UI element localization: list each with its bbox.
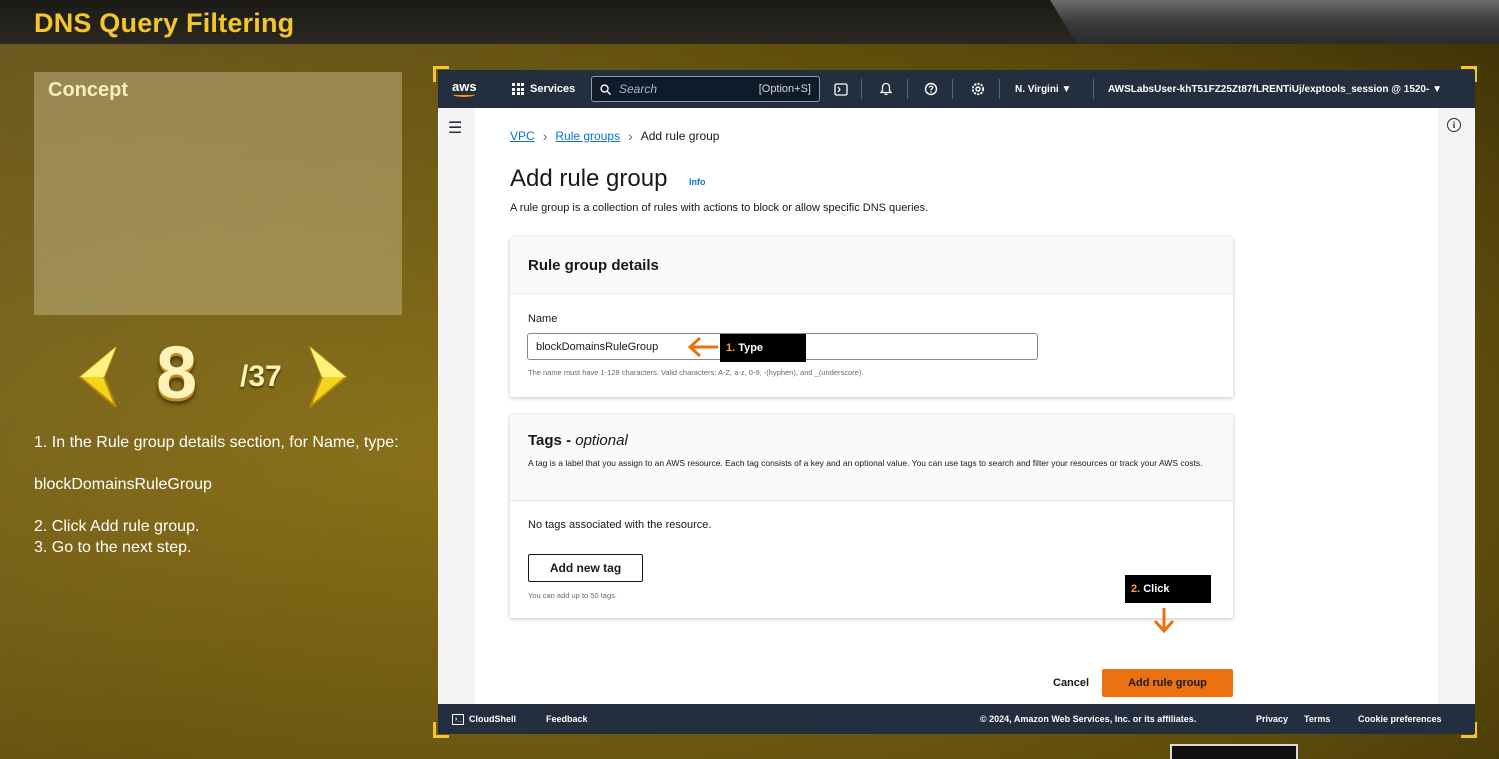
chevron-right-icon bbox=[309, 346, 348, 408]
type-callout: 1. Type bbox=[720, 334, 806, 362]
step-instructions: 1. In the Rule group details section, fo… bbox=[34, 432, 414, 558]
region-selector[interactable]: N. Virgini ▼ bbox=[1015, 70, 1071, 108]
concept-panel bbox=[34, 72, 402, 315]
tags-description: A tag is a label that you assign to an A… bbox=[528, 458, 1203, 468]
page-description: A rule group is a collection of rules wi… bbox=[510, 202, 929, 214]
rule-group-details-card: Rule group details Name The name must ha… bbox=[510, 237, 1233, 397]
callout-number: 2. bbox=[1131, 583, 1141, 595]
bottom-indicator bbox=[1170, 744, 1298, 759]
add-new-tag-button[interactable]: Add new tag bbox=[528, 554, 643, 582]
callout-number: 1. bbox=[726, 342, 736, 354]
hamburger-menu-icon[interactable]: ☰ bbox=[448, 118, 462, 137]
breadcrumb-current: Add rule group bbox=[640, 129, 720, 143]
concept-label[interactable]: Concept bbox=[48, 79, 128, 102]
footer-copyright: © 2024, Amazon Web Services, Inc. or its… bbox=[980, 714, 1197, 724]
cancel-button[interactable]: Cancel bbox=[1053, 677, 1089, 689]
nav-divider bbox=[999, 79, 1000, 99]
grid-icon bbox=[512, 83, 524, 95]
callout-text: Click bbox=[1143, 583, 1170, 595]
search-box[interactable]: [Option+S] bbox=[591, 76, 820, 102]
search-input[interactable] bbox=[619, 82, 729, 96]
arrow-down-icon bbox=[1153, 608, 1175, 634]
card-title: Tags - optional bbox=[528, 432, 628, 449]
no-tags-message: No tags associated with the resource. bbox=[528, 519, 712, 531]
tags-limit-text: You can add up to 50 tags. bbox=[528, 591, 617, 600]
page-title: Add rule group bbox=[510, 165, 668, 192]
card-title: Rule group details bbox=[528, 257, 659, 274]
tags-title-text: Tags - bbox=[528, 432, 576, 449]
main-content: VPC › Rule groups › Add rule group Add r… bbox=[475, 108, 1438, 704]
account-menu[interactable]: AWSLabsUser-khT51FZ25Zt87fLRENTiUj/expto… bbox=[1108, 70, 1442, 108]
callout-text: Type bbox=[738, 342, 764, 354]
notifications-button[interactable] bbox=[875, 70, 897, 108]
notifications-icon bbox=[879, 82, 893, 95]
info-panel-icon[interactable]: i bbox=[1447, 118, 1461, 132]
tags-optional-text: optional bbox=[575, 432, 628, 449]
card-header: Rule group details bbox=[510, 237, 1233, 294]
instruction-line-3: 3. Go to the next step. bbox=[34, 539, 192, 556]
previous-step-button[interactable] bbox=[76, 345, 120, 409]
chevron-right-icon: › bbox=[628, 128, 633, 144]
search-shortcut-hint: [Option+S] bbox=[758, 83, 811, 95]
nav-divider bbox=[952, 79, 953, 99]
help-icon bbox=[924, 82, 938, 96]
next-step-button[interactable] bbox=[306, 345, 350, 409]
footer-feedback[interactable]: Feedback bbox=[546, 704, 588, 734]
footer-cloudshell[interactable]: ›_ CloudShell bbox=[452, 704, 516, 734]
info-link[interactable]: Info bbox=[689, 177, 706, 187]
aws-console-window: aws Services [Option+S] N. Virgini ▼ bbox=[438, 70, 1475, 734]
cloudshell-icon: ›_ bbox=[452, 713, 464, 725]
instruction-value: blockDomainsRuleGroup bbox=[34, 476, 212, 493]
nav-divider bbox=[1093, 79, 1094, 99]
aws-smile-icon bbox=[453, 92, 476, 97]
settings-icon bbox=[971, 82, 985, 96]
click-callout: 2. Click bbox=[1125, 575, 1211, 603]
tutorial-title: DNS Query Filtering bbox=[34, 8, 295, 38]
breadcrumb-rule-groups[interactable]: Rule groups bbox=[555, 129, 620, 143]
card-header: Tags - optional A tag is a label that yo… bbox=[510, 415, 1233, 501]
breadcrumb: VPC › Rule groups › Add rule group bbox=[510, 128, 719, 144]
settings-button[interactable] bbox=[967, 70, 989, 108]
total-steps: /37 bbox=[240, 360, 282, 393]
chevron-right-icon: › bbox=[542, 128, 548, 144]
console-footer: ›_ CloudShell Feedback © 2024, Amazon We… bbox=[438, 704, 1475, 734]
title-bar-accent bbox=[1050, 0, 1499, 44]
help-button[interactable] bbox=[920, 70, 942, 108]
search-icon bbox=[600, 83, 611, 95]
services-label: Services bbox=[530, 83, 576, 95]
nav-divider bbox=[907, 79, 908, 99]
add-rule-group-button[interactable]: Add rule group bbox=[1102, 669, 1233, 697]
footer-terms[interactable]: Terms bbox=[1304, 704, 1330, 734]
instruction-line-2: 2. Click Add rule group. bbox=[34, 518, 200, 535]
instruction-line-1: 1. In the Rule group details section, fo… bbox=[34, 434, 399, 451]
aws-logo-text: aws bbox=[452, 78, 477, 94]
top-navigation: aws Services [Option+S] N. Virgini ▼ bbox=[438, 70, 1475, 108]
name-label: Name bbox=[528, 313, 558, 325]
nav-divider bbox=[861, 79, 862, 99]
breadcrumb-vpc[interactable]: VPC bbox=[510, 129, 535, 143]
chevron-left-icon bbox=[78, 346, 117, 408]
current-step-number: 8 bbox=[156, 331, 198, 414]
services-menu[interactable]: Services bbox=[512, 70, 575, 108]
cloudshell-button[interactable] bbox=[830, 70, 852, 108]
name-constraint-text: The name must have 1-128 characters. Val… bbox=[528, 368, 864, 377]
arrow-left-icon bbox=[687, 336, 718, 358]
cloudshell-label: CloudShell bbox=[469, 714, 516, 724]
cloudshell-icon bbox=[834, 82, 848, 96]
footer-cookie-preferences[interactable]: Cookie preferences bbox=[1358, 704, 1442, 734]
aws-logo[interactable]: aws bbox=[452, 70, 477, 108]
footer-privacy[interactable]: Privacy bbox=[1256, 704, 1288, 734]
